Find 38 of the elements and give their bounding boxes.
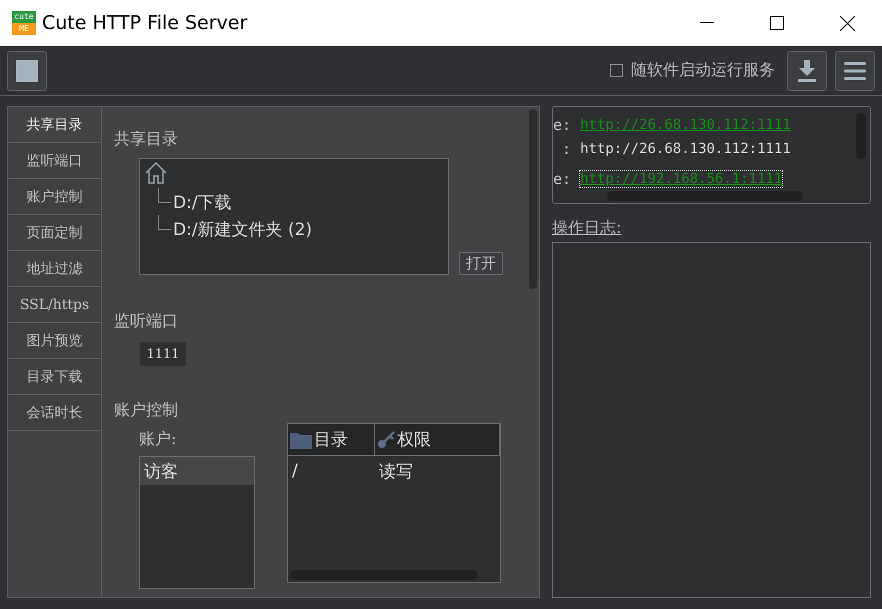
log-label: 操作日志: xyxy=(552,218,622,239)
address-label: e: xyxy=(553,170,572,188)
section-heading: 账户控制 xyxy=(114,400,179,421)
maximize-icon[interactable] xyxy=(770,16,784,30)
logo-top-text: cute xyxy=(12,11,36,23)
download-button[interactable] xyxy=(787,50,827,90)
folder-icon xyxy=(290,430,312,448)
port-field[interactable]: 1111 xyxy=(140,342,186,366)
folder-path[interactable]: D:/下载 xyxy=(173,191,232,214)
section-heading: 共享目录 xyxy=(114,129,179,150)
address-link[interactable]: http://26.68.130.112:1111 xyxy=(580,117,791,133)
column-header[interactable]: 目录 xyxy=(288,424,375,455)
accounts-label: 账户: xyxy=(139,429,178,450)
stop-icon xyxy=(16,60,38,82)
close-icon[interactable] xyxy=(840,16,854,30)
menu-button[interactable] xyxy=(835,50,875,90)
menu-icon xyxy=(844,62,866,80)
address-link[interactable]: http://192.168.56.1:1111 xyxy=(580,171,782,187)
stop-button[interactable] xyxy=(7,50,47,90)
logo-bottom-text: ME xyxy=(12,23,36,35)
folder-tree[interactable]: D:/下载 D:/新建文件夹 (2) xyxy=(139,158,449,275)
download-icon xyxy=(797,60,817,82)
address-label: e: xyxy=(553,116,572,134)
accounts-list[interactable]: 访客 xyxy=(139,456,255,589)
account-item[interactable]: 访客 xyxy=(140,457,254,485)
address-label: : xyxy=(561,140,572,158)
address-text: http://26.68.130.112:1111 xyxy=(580,141,791,157)
key-icon xyxy=(377,430,395,448)
table-cell-text: 读写 xyxy=(378,460,414,482)
open-button[interactable]: 打开 xyxy=(459,252,503,275)
table-cell-text: / xyxy=(291,461,299,481)
column-header[interactable]: 权限 xyxy=(375,424,500,455)
minimize-icon[interactable] xyxy=(700,22,714,24)
folder-path[interactable]: D:/新建文件夹 (2) xyxy=(173,218,312,241)
home-icon xyxy=(144,161,168,185)
window-title: Cute HTTP File Server xyxy=(42,12,248,34)
section-heading: 监听端口 xyxy=(114,311,179,332)
autostart-checkbox[interactable]: 随软件启动运行服务 xyxy=(610,60,775,81)
